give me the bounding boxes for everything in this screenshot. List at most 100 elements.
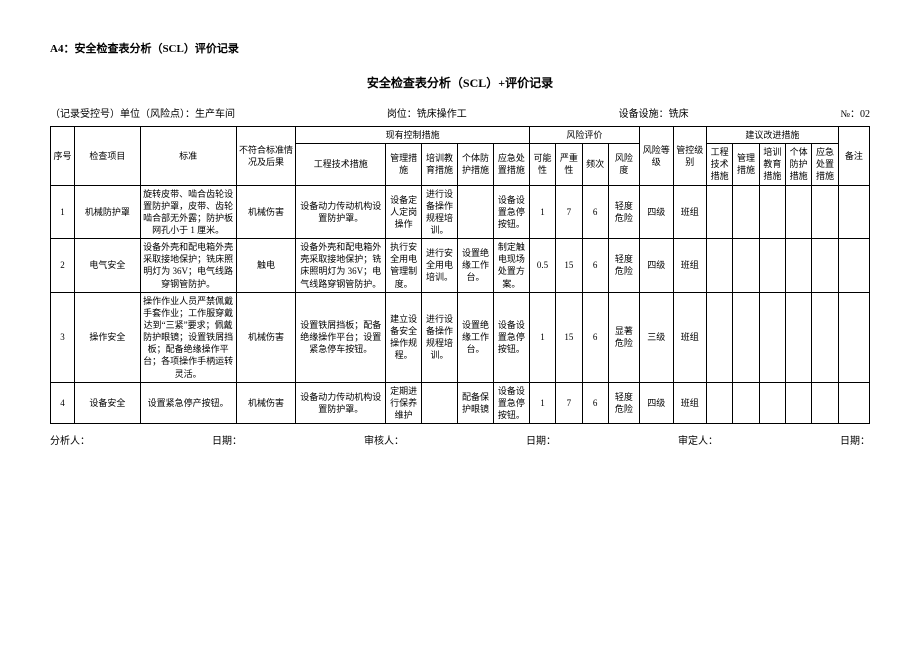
- cell-ctrl_ppe: 设置绝缘工作台。: [458, 239, 494, 293]
- cell-sugg_emerg: [812, 185, 838, 239]
- col-ctrl-mgmt: 管理措施: [386, 144, 422, 185]
- meta-row: （记录受控号）单位（风险点）：生产车间 岗位：铣床操作工 设备设施：铣床 №：0…: [50, 105, 870, 120]
- cell-risk_sev: 15: [556, 239, 582, 293]
- meta-left: （记录受控号）单位（风险点）：生产车间: [50, 105, 235, 120]
- cell-risk_deg: 轻度危险: [608, 382, 639, 423]
- cell-ctrl_eng: 设备动力传动机构设置防护罩。: [296, 382, 386, 423]
- table-row: 3操作安全操作作业人员严禁佩戴手套作业；工作服穿戴达到“三紧”要求；佩戴防护眼镜…: [51, 292, 870, 382]
- col-ctrl-train: 培训教育措施: [422, 144, 458, 185]
- table-body: 1机械防护罩旋转皮带、啮合齿轮设置防护罩，皮带、齿轮啮合部无外露；防护板网孔小于…: [51, 185, 870, 424]
- cell-ctrl_emerg: 设备设置急停按钮。: [493, 185, 529, 239]
- cell-risk_poss: 0.5: [529, 239, 555, 293]
- cell-sugg_eng: [707, 239, 733, 293]
- cell-ctrl_ppe: [458, 185, 494, 239]
- col-ctrl-eng: 工程技术措施: [296, 144, 386, 185]
- col-ctrl-ppe: 个体防护措施: [458, 144, 494, 185]
- footer-date3: 日期：: [840, 432, 870, 447]
- cell-ctrl_emerg: 设备设置急停按钮。: [493, 292, 529, 382]
- cell-ctrl_mgmt: 定期进行保养维护: [386, 382, 422, 423]
- cell-std: 设备外壳和配电箱外壳采取接地保护；铣床照明灯为 36V；电气线路穿钢管防护。: [140, 239, 236, 293]
- cell-std: 操作作业人员严禁佩戴手套作业；工作服穿戴达到“三紧”要求；佩戴防护眼镜；设置铁屑…: [140, 292, 236, 382]
- doc-title: 安全检查表分析（SCL）+评价记录: [50, 74, 870, 91]
- footer-analyst: 分析人：: [50, 432, 90, 447]
- cell-sugg_ppe: [786, 185, 812, 239]
- col-remark: 备注: [838, 127, 869, 186]
- cell-risk_sev: 7: [556, 382, 582, 423]
- cell-sugg_mgmt: [733, 185, 759, 239]
- cell-risk_deg: 轻度危险: [608, 239, 639, 293]
- col-sugg-mgmt: 管理措施: [733, 144, 759, 185]
- table-row: 2电气安全设备外壳和配电箱外壳采取接地保护；铣床照明灯为 36V；电气线路穿钢管…: [51, 239, 870, 293]
- col-sugg-train: 培训教育措施: [759, 144, 785, 185]
- table-row: 4设备安全设置紧急停产按钮。机械伤害设备动力传动机构设置防护罩。定期进行保养维护…: [51, 382, 870, 423]
- cell-ctrl_train: 进行设备操作规程培训。: [422, 292, 458, 382]
- footer-date2: 日期：: [526, 432, 556, 447]
- col-ctrl-group: 现有控制措施: [296, 127, 529, 144]
- footer-row: 分析人： 日期： 审核人： 日期： 审定人： 日期：: [50, 432, 870, 447]
- cell-risk_deg: 轻度危险: [608, 185, 639, 239]
- cell-risk_sev: 15: [556, 292, 582, 382]
- cell-nonconf: 触电: [236, 239, 296, 293]
- col-seq: 序号: [51, 127, 75, 186]
- table-head: 序号 检查项目 标准 不符合标准情况及后果 现有控制措施 风险评价 风险等级 管…: [51, 127, 870, 186]
- cell-risk_freq: 6: [582, 185, 608, 239]
- cell-ctrl_level: 班组: [673, 239, 707, 293]
- cell-risk_poss: 1: [529, 185, 555, 239]
- col-risk-poss: 可能性: [529, 144, 555, 185]
- cell-ctrl_emerg: 设备设置急停按钮。: [493, 382, 529, 423]
- cell-item: 设备安全: [74, 382, 140, 423]
- cell-remark: [838, 382, 869, 423]
- col-ctrl-emerg: 应急处置措施: [493, 144, 529, 185]
- col-sugg-emerg: 应急处置措施: [812, 144, 838, 185]
- cell-risk_level: 四级: [639, 185, 673, 239]
- col-sugg-eng: 工程技术措施: [707, 144, 733, 185]
- cell-remark: [838, 292, 869, 382]
- cell-sugg_train: [759, 185, 785, 239]
- col-std: 标准: [140, 127, 236, 186]
- cell-sugg_ppe: [786, 239, 812, 293]
- cell-sugg_eng: [707, 185, 733, 239]
- cell-seq: 4: [51, 382, 75, 423]
- cell-remark: [838, 185, 869, 239]
- cell-std: 设置紧急停产按钮。: [140, 382, 236, 423]
- cell-seq: 1: [51, 185, 75, 239]
- cell-std: 旋转皮带、啮合齿轮设置防护罩，皮带、齿轮啮合部无外露；防护板网孔小于 1 厘米。: [140, 185, 236, 239]
- col-ctrl-level: 管控级别: [673, 127, 707, 186]
- cell-ctrl_level: 班组: [673, 185, 707, 239]
- col-item: 检查项目: [74, 127, 140, 186]
- cell-sugg_train: [759, 382, 785, 423]
- table-row: 1机械防护罩旋转皮带、啮合齿轮设置防护罩，皮带、齿轮啮合部无外露；防护板网孔小于…: [51, 185, 870, 239]
- cell-ctrl_eng: 设备动力传动机构设置防护罩。: [296, 185, 386, 239]
- cell-ctrl_level: 班组: [673, 382, 707, 423]
- col-sugg-group: 建议改进措施: [707, 127, 839, 144]
- cell-item: 电气安全: [74, 239, 140, 293]
- cell-ctrl_mgmt: 设备定人定岗操作: [386, 185, 422, 239]
- col-risk-sev: 严重性: [556, 144, 582, 185]
- cell-risk_poss: 1: [529, 292, 555, 382]
- cell-risk_freq: 6: [582, 382, 608, 423]
- col-risk-deg: 风险度: [608, 144, 639, 185]
- cell-nonconf: 机械伤害: [236, 382, 296, 423]
- cell-item: 机械防护罩: [74, 185, 140, 239]
- cell-risk_level: 四级: [639, 382, 673, 423]
- footer-approver: 审定人：: [678, 432, 718, 447]
- cell-risk_poss: 1: [529, 382, 555, 423]
- meta-right1: 设备设施：铣床: [619, 105, 689, 120]
- cell-ctrl_eng: 设备外壳和配电箱外壳采取接地保护；铣床照明灯为 36V；电气线路穿钢管防护。: [296, 239, 386, 293]
- cell-ctrl_mgmt: 执行安全用电管理制度。: [386, 239, 422, 293]
- cell-sugg_mgmt: [733, 382, 759, 423]
- cell-sugg_train: [759, 239, 785, 293]
- cell-seq: 3: [51, 292, 75, 382]
- cell-nonconf: 机械伤害: [236, 292, 296, 382]
- cell-sugg_ppe: [786, 382, 812, 423]
- col-nonconf: 不符合标准情况及后果: [236, 127, 296, 186]
- cell-risk_freq: 6: [582, 292, 608, 382]
- cell-remark: [838, 239, 869, 293]
- cell-ctrl_train: [422, 382, 458, 423]
- cell-risk_sev: 7: [556, 185, 582, 239]
- cell-sugg_mgmt: [733, 239, 759, 293]
- cell-sugg_mgmt: [733, 292, 759, 382]
- cell-sugg_ppe: [786, 292, 812, 382]
- cell-ctrl_eng: 设置铁屑挡板；配备绝缘操作平台；设置紧急停车按钮。: [296, 292, 386, 382]
- cell-risk_deg: 显著危险: [608, 292, 639, 382]
